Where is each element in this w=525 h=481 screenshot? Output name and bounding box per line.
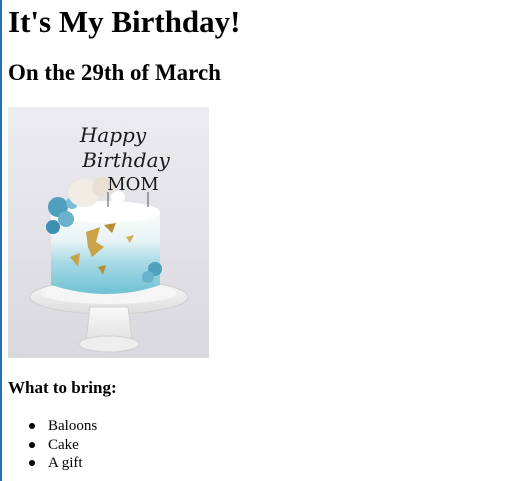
- svg-text:MOM: MOM: [107, 174, 159, 195]
- list-item-label: Baloons: [48, 418, 98, 434]
- birthday-cake-image: Happy Birthday MOM: [8, 107, 209, 358]
- list-item-label: A gift: [48, 455, 83, 471]
- list-item: A gift: [28, 454, 97, 473]
- bullet-icon: [29, 423, 35, 429]
- bullet-icon: [29, 441, 35, 448]
- what-to-bring-heading: What to bring:: [8, 378, 117, 397]
- page-title: It's My Birthday!: [8, 4, 241, 39]
- svg-text:Birthday: Birthday: [81, 148, 170, 172]
- event-date-heading: On the 29th of March: [8, 60, 221, 85]
- list-item-label: Cake: [48, 436, 79, 453]
- bring-list: Baloons Cake A gift: [28, 417, 97, 473]
- svg-text:Happy: Happy: [79, 123, 147, 147]
- list-item: Baloons: [28, 417, 97, 436]
- list-item: Cake: [28, 436, 97, 455]
- bullet-icon: [29, 460, 35, 466]
